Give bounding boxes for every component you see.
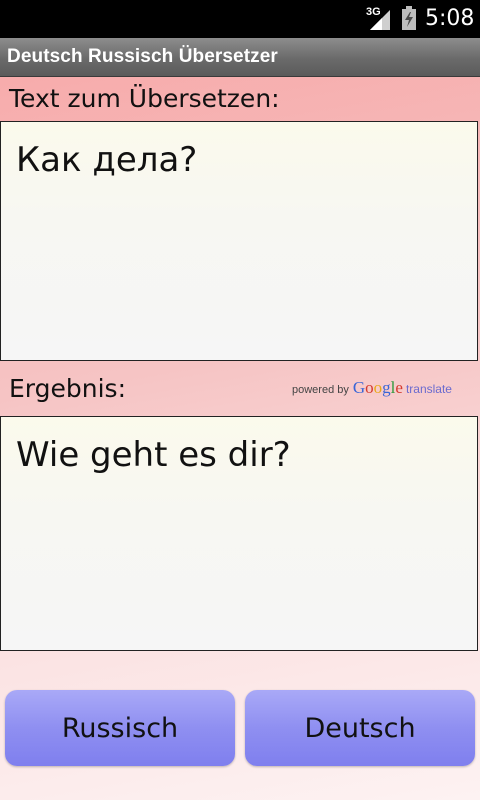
signal-icon (370, 10, 390, 30)
result-text-value: Wie geht es dir? (16, 435, 291, 475)
google-translate-attribution: powered by Google translate (292, 378, 452, 398)
translate-text: translate (405, 382, 452, 396)
deutsch-button[interactable]: Deutsch (245, 690, 475, 766)
russisch-button[interactable]: Russisch (5, 690, 235, 766)
battery-icon (402, 6, 416, 30)
google-logo: Google (352, 378, 403, 397)
clock: 5:08 (425, 6, 475, 31)
powered-by-text: powered by (292, 384, 349, 396)
result-label: Ergebnis: (9, 374, 126, 403)
source-text-value: Как дела? (16, 140, 198, 180)
status-bar: 3G 5:08 (0, 0, 480, 38)
app-title: Deutsch Russisch Übersetzer (7, 46, 278, 67)
source-text-field[interactable]: Как дела? (0, 121, 478, 361)
input-label: Text zum Übersetzen: (9, 84, 280, 113)
result-text-field[interactable]: Wie geht es dir? (0, 416, 478, 651)
app-title-bar: Deutsch Russisch Übersetzer (0, 38, 480, 77)
